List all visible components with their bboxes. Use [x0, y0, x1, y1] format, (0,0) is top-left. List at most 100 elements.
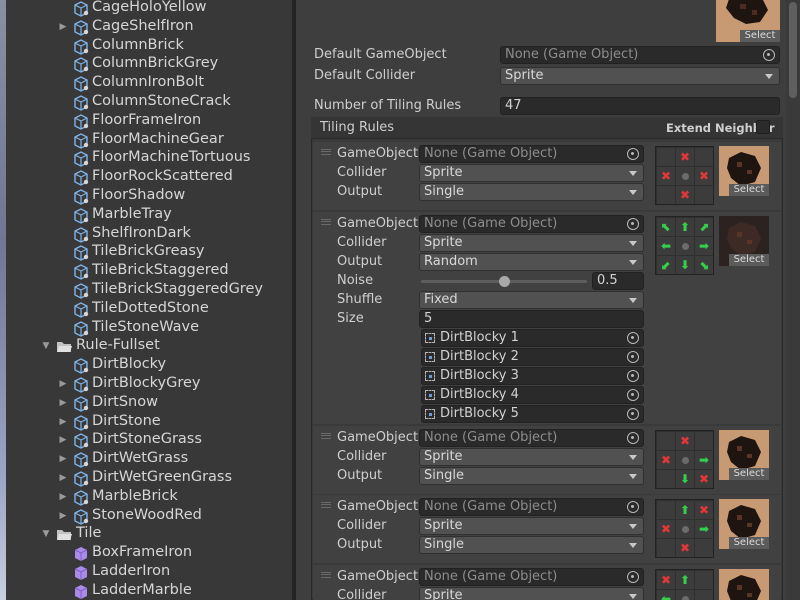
- tree-item[interactable]: ▶ DirtBlockyGrey: [0, 375, 292, 394]
- tree-item[interactable]: MarbleTray: [0, 206, 292, 225]
- tree-item[interactable]: FloorFrameIron: [0, 112, 292, 131]
- neighbor-arrow-icon[interactable]: ⬇: [676, 470, 694, 488]
- chevron-right-icon[interactable]: ▶: [58, 22, 68, 32]
- select-button[interactable]: Select: [729, 254, 769, 266]
- grid-cell-empty[interactable]: [695, 186, 713, 204]
- rule-sprite-preview[interactable]: Select: [719, 216, 769, 266]
- tree-item[interactable]: TileDottedStone: [0, 300, 292, 319]
- not-neighbor-x-icon[interactable]: ✖: [676, 148, 694, 166]
- tree-item[interactable]: FloorMachineTortuous: [0, 149, 292, 168]
- extend-neighbor-checkbox[interactable]: [756, 120, 770, 134]
- grid-center-dot[interactable]: [676, 590, 694, 600]
- chevron-right-icon[interactable]: ▶: [58, 511, 68, 521]
- rule-collider-dropdown[interactable]: Sprite: [419, 587, 644, 600]
- grid-cell-empty[interactable]: [657, 470, 675, 488]
- grid-cell-empty[interactable]: [695, 148, 713, 166]
- object-picker-icon[interactable]: [627, 370, 639, 382]
- rule-output-dropdown[interactable]: Random: [419, 253, 644, 271]
- rule-gameobject-field[interactable]: None (Game Object): [419, 429, 644, 447]
- rule-gameobject-field[interactable]: None (Game Object): [419, 215, 644, 233]
- sprite-list-item[interactable]: DirtBlocky 1: [421, 329, 644, 347]
- object-picker-icon[interactable]: [627, 389, 639, 401]
- object-picker-icon[interactable]: [627, 432, 639, 444]
- tree-item[interactable]: LadderMarble: [0, 582, 292, 600]
- tree-item[interactable]: ▶ MarbleBrick: [0, 488, 292, 507]
- grid-center-dot[interactable]: [676, 520, 694, 538]
- tree-item[interactable]: ▶ DirtStone: [0, 413, 292, 432]
- noise-slider-knob[interactable]: [499, 276, 510, 287]
- drag-handle-icon[interactable]: [321, 219, 331, 225]
- not-neighbor-x-icon[interactable]: ✖: [657, 167, 675, 185]
- not-neighbor-x-icon[interactable]: ✖: [695, 501, 713, 519]
- default-sprite-preview[interactable]: Select: [716, 0, 780, 42]
- sprite-list-item[interactable]: DirtBlocky 5: [421, 405, 644, 423]
- rule-collider-dropdown[interactable]: Sprite: [419, 164, 644, 182]
- tree-item[interactable]: ▼ Tile: [0, 525, 292, 544]
- tree-item[interactable]: TileBrickGreasy: [0, 243, 292, 262]
- neighbor-arrow-icon[interactable]: ➡: [695, 237, 713, 255]
- neighbor-arrow-icon[interactable]: ⬋: [657, 256, 675, 274]
- not-neighbor-x-icon[interactable]: ✖: [676, 186, 694, 204]
- grid-cell-empty[interactable]: [657, 148, 675, 166]
- num-rules-field[interactable]: 47: [500, 97, 780, 115]
- neighbor-arrow-icon[interactable]: ⬆: [676, 571, 694, 589]
- tree-item[interactable]: ColumnStoneCrack: [0, 93, 292, 112]
- neighbor-arrow-icon[interactable]: ⬆: [676, 218, 694, 236]
- grid-cell-empty[interactable]: [695, 590, 713, 600]
- select-button[interactable]: Select: [729, 537, 769, 549]
- drag-handle-icon[interactable]: [321, 149, 331, 155]
- tree-item[interactable]: ColumnIronBolt: [0, 74, 292, 93]
- rule-collider-dropdown[interactable]: Sprite: [419, 517, 644, 535]
- rule-output-dropdown[interactable]: Single: [419, 467, 644, 485]
- tree-item[interactable]: DirtBlocky: [0, 356, 292, 375]
- grid-center-dot[interactable]: [676, 167, 694, 185]
- chevron-right-icon[interactable]: ▶: [58, 435, 68, 445]
- tree-item[interactable]: TileBrickStaggered: [0, 262, 292, 281]
- tree-item[interactable]: ▼ Rule-Fullset: [0, 337, 292, 356]
- tree-item[interactable]: BoxFrameIron: [0, 544, 292, 563]
- neighbor-arrow-icon[interactable]: ⬅: [657, 237, 675, 255]
- chevron-right-icon[interactable]: ▶: [58, 454, 68, 464]
- rule-sprite-preview[interactable]: Select: [719, 499, 769, 549]
- sprite-list-item[interactable]: DirtBlocky 4: [421, 386, 644, 404]
- not-neighbor-x-icon[interactable]: ✖: [657, 520, 675, 538]
- grid-center-dot[interactable]: [676, 237, 694, 255]
- tree-item[interactable]: CageHoloYellow: [0, 0, 292, 18]
- neighbor-arrow-icon[interactable]: ⬆: [676, 501, 694, 519]
- rule-sprite-preview[interactable]: Select: [719, 146, 769, 196]
- rule-collider-dropdown[interactable]: Sprite: [419, 448, 644, 466]
- chevron-right-icon[interactable]: ▶: [58, 417, 68, 427]
- rule-output-dropdown[interactable]: Single: [419, 183, 644, 201]
- tree-item[interactable]: FloorMachineGear: [0, 131, 292, 150]
- rule-gameobject-field[interactable]: None (Game Object): [419, 145, 644, 163]
- tree-item[interactable]: LadderIron: [0, 563, 292, 582]
- chevron-down-icon[interactable]: ▼: [41, 529, 51, 539]
- tree-item[interactable]: ▶ StoneWoodRed: [0, 507, 292, 526]
- not-neighbor-x-icon[interactable]: ✖: [676, 432, 694, 450]
- chevron-down-icon[interactable]: ▼: [41, 341, 51, 351]
- rule-gameobject-field[interactable]: None (Game Object): [419, 498, 644, 516]
- not-neighbor-x-icon[interactable]: ✖: [695, 470, 713, 488]
- neighbor-arrow-icon[interactable]: ➡: [695, 451, 713, 469]
- rule-sprite-preview[interactable]: Select: [719, 569, 769, 600]
- object-picker-icon[interactable]: [627, 351, 639, 363]
- select-button[interactable]: Select: [729, 184, 769, 196]
- not-neighbor-x-icon[interactable]: ✖: [676, 539, 694, 557]
- tree-item[interactable]: TileBrickStaggeredGrey: [0, 281, 292, 300]
- inspector-scrollbar[interactable]: [786, 0, 800, 600]
- rule-size-field[interactable]: 5: [419, 310, 644, 328]
- rule-sprite-preview[interactable]: Select: [719, 430, 769, 480]
- drag-handle-icon[interactable]: [321, 572, 331, 578]
- rule-collider-dropdown[interactable]: Sprite: [419, 234, 644, 252]
- select-button[interactable]: Select: [740, 30, 780, 42]
- default-collider-dropdown[interactable]: Sprite: [500, 67, 780, 85]
- not-neighbor-x-icon[interactable]: ✖: [657, 451, 675, 469]
- grid-cell-empty[interactable]: [695, 432, 713, 450]
- tree-item[interactable]: ▶ DirtStoneGrass: [0, 431, 292, 450]
- default-gameobject-field[interactable]: None (Game Object): [500, 46, 780, 64]
- drag-handle-icon[interactable]: [321, 502, 331, 508]
- sprite-list-item[interactable]: DirtBlocky 3: [421, 367, 644, 385]
- grid-cell-empty[interactable]: [695, 571, 713, 589]
- grid-cell-empty[interactable]: [657, 539, 675, 557]
- neighbor-arrow-icon[interactable]: ➡: [695, 520, 713, 538]
